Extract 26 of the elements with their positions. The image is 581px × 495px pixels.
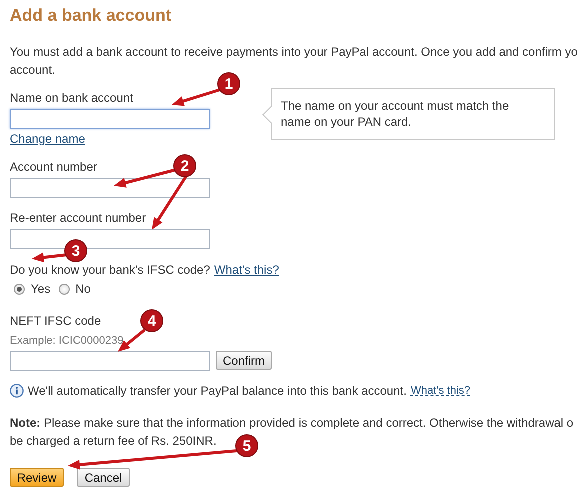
field-label: Account number [10, 159, 98, 175]
question-text: Do you know your bank's IFSC code? [10, 263, 210, 277]
example-hint: Example: ICIC0000239 [10, 334, 124, 348]
radio-button[interactable] [14, 284, 25, 294]
info-text: We'll automatically transfer your PayPal balance into this bank account. [28, 384, 407, 398]
cancel-button[interactable]: Cancel [77, 468, 130, 487]
confirm-button[interactable]: Confirm [216, 351, 272, 370]
radio-label: Yes [31, 282, 51, 296]
radio-label: No [76, 282, 91, 296]
help-link[interactable]: What's this? [410, 385, 471, 397]
page-title: Add a bank account [10, 5, 173, 27]
field-label: Name on bank account [10, 90, 134, 106]
radio-button[interactable] [58, 284, 70, 294]
change-name-link[interactable]: Change name [10, 131, 86, 147]
field-label: Re-enter account number [10, 210, 146, 226]
note-text: Note: Please make sure that the information provided is complete and correct. Otherwise the withdrawal o [10, 415, 574, 432]
input-field[interactable] [10, 351, 210, 371]
info-icon [10, 384, 24, 398]
input-field[interactable] [10, 178, 210, 198]
intro-text: You must add a bank account to receive payments into your PayPal account. Once you add and confirm yo [10, 44, 578, 61]
note-text: be charged a return fee of Rs. 250INR. [10, 433, 217, 450]
intro-text: account. [10, 62, 56, 79]
input-field[interactable] [10, 109, 210, 129]
review-button[interactable]: Review [10, 468, 64, 487]
help-link[interactable]: What's this? [214, 263, 280, 277]
field-label: NEFT IFSC code [10, 313, 102, 329]
